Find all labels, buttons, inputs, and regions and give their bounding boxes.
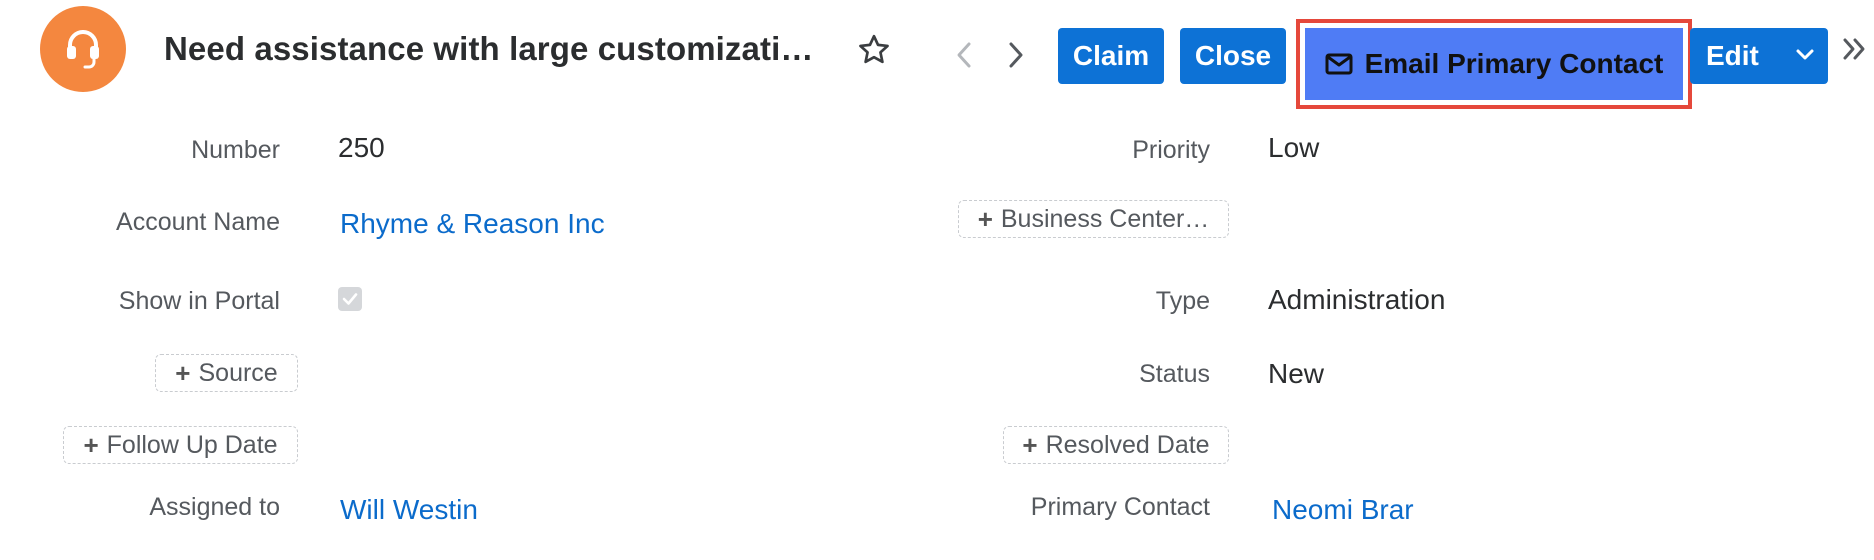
- page-title: Need assistance with large customizati…: [164, 30, 814, 67]
- priority-value: Low: [1268, 132, 1320, 163]
- status-value: New: [1268, 358, 1325, 389]
- close-button[interactable]: Close: [1180, 28, 1286, 84]
- headset-icon: [67, 30, 99, 69]
- priority-label: Priority: [1132, 136, 1210, 164]
- type-value: Administration: [1268, 284, 1446, 315]
- envelope-icon: [1325, 53, 1353, 75]
- email-button-label: Email Primary Contact: [1364, 48, 1664, 79]
- assigned-to-label: Assigned to: [149, 493, 280, 521]
- add-source-label: Source: [198, 358, 278, 387]
- add-source-button[interactable]: + Source: [155, 354, 298, 392]
- type-label: Type: [1155, 287, 1210, 315]
- add-resolved-date-label: Resolved Date: [1045, 430, 1210, 459]
- primary-contact-label: Primary Contact: [1030, 493, 1210, 521]
- email-primary-contact-button[interactable]: Email Primary Contact: [1296, 19, 1692, 109]
- edit-button[interactable]: Edit: [1690, 28, 1828, 84]
- add-business-center-label: Business Center…: [1000, 204, 1210, 233]
- chevron-left-icon[interactable]: [954, 40, 974, 70]
- case-avatar: [40, 6, 126, 92]
- plus-icon: +: [977, 203, 993, 234]
- chevron-right-icon[interactable]: [1006, 40, 1026, 70]
- account-name-link[interactable]: Rhyme & Reason Inc: [340, 208, 605, 240]
- star-icon[interactable]: [856, 32, 892, 68]
- add-business-center-button[interactable]: + Business Center…: [958, 200, 1229, 238]
- primary-contact-link[interactable]: Neomi Brar: [1272, 494, 1414, 526]
- add-follow-up-date-button[interactable]: + Follow Up Date: [63, 426, 298, 464]
- plus-icon: +: [175, 357, 191, 388]
- double-chevron-right-icon[interactable]: [1840, 34, 1870, 64]
- assigned-to-link[interactable]: Will Westin: [340, 494, 478, 526]
- number-value: 250: [338, 132, 385, 163]
- show-in-portal-checkbox[interactable]: [338, 287, 362, 311]
- chevron-down-icon[interactable]: [1794, 44, 1816, 66]
- check-icon: [342, 293, 358, 305]
- show-in-portal-label: Show in Portal: [118, 287, 280, 315]
- account-name-label: Account Name: [116, 208, 280, 236]
- number-label: Number: [191, 136, 280, 164]
- status-label: Status: [1139, 360, 1210, 388]
- add-follow-up-date-label: Follow Up Date: [106, 430, 278, 459]
- claim-button[interactable]: Claim: [1058, 28, 1164, 84]
- edit-button-label: Edit: [1706, 40, 1759, 71]
- plus-icon: +: [83, 429, 99, 460]
- plus-icon: +: [1022, 429, 1038, 460]
- add-resolved-date-button[interactable]: + Resolved Date: [1003, 426, 1229, 464]
